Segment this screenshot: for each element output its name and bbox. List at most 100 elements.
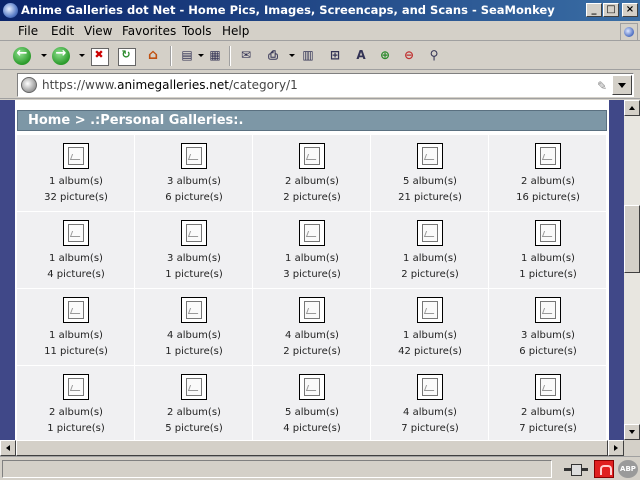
gallery-thumbnail-icon[interactable] <box>535 220 561 246</box>
gallery-thumbnail-icon[interactable] <box>181 297 207 323</box>
picture-count: 2 picture(s) <box>401 269 459 280</box>
gallery-thumbnail-icon[interactable] <box>63 220 89 246</box>
album-count: 4 album(s) <box>167 330 221 341</box>
print-icon[interactable]: ⎙ <box>262 45 284 67</box>
album-count: 1 album(s) <box>285 253 339 264</box>
forward-icon[interactable]: → <box>50 45 72 67</box>
scroll-right-button[interactable] <box>608 440 624 456</box>
album-count: 4 album(s) <box>403 407 457 418</box>
menu-help[interactable]: Help <box>222 24 249 38</box>
gallery-thumbnail-icon[interactable] <box>535 297 561 323</box>
vertical-scroll-thumb[interactable] <box>624 205 640 273</box>
url-dropdown-button[interactable] <box>612 75 632 95</box>
picture-count: 5 picture(s) <box>165 423 223 434</box>
gallery-cell: 1 album(s) 42 picture(s) <box>371 289 489 366</box>
picture-count: 1 picture(s) <box>47 423 105 434</box>
scroll-down-button[interactable] <box>624 424 640 440</box>
picture-count: 6 picture(s) <box>519 346 577 357</box>
toolbar-separator <box>229 46 231 66</box>
menu-bar: File Edit View Favorites Tools Help <box>0 21 640 41</box>
home-icon[interactable]: ⌂ <box>142 45 164 67</box>
gallery-thumbnail-icon[interactable] <box>417 297 443 323</box>
horizontal-scroll-thumb[interactable] <box>16 440 608 456</box>
stop-icon[interactable]: ✖ <box>88 45 110 67</box>
gallery-cell: 2 album(s) 5 picture(s) <box>135 366 253 440</box>
menu-file[interactable]: File <box>18 24 38 38</box>
address-toolbar: https://www.animegalleries.net/category/… <box>0 71 640 99</box>
gallery-cell: 1 album(s) 4 picture(s) <box>17 212 135 289</box>
zoom-in-icon[interactable]: ⊕ <box>374 45 396 67</box>
bookmark-star-icon[interactable]: ✎ <box>597 79 607 93</box>
url-text[interactable]: https://www.animegalleries.net/category/… <box>42 78 298 92</box>
url-input[interactable]: https://www.animegalleries.net/category/… <box>17 73 634 97</box>
maximize-button[interactable]: □ <box>603 3 619 17</box>
gallery-thumbnail-icon[interactable] <box>63 297 89 323</box>
picture-count: 1 picture(s) <box>519 269 577 280</box>
album-count: 1 album(s) <box>49 330 103 341</box>
forward-dropdown-icon[interactable] <box>79 54 85 57</box>
album-count: 3 album(s) <box>167 253 221 264</box>
horizontal-scrollbar[interactable] <box>0 440 624 456</box>
back-icon[interactable]: ← <box>11 45 33 67</box>
gallery-thumbnail-icon[interactable] <box>181 220 207 246</box>
bookmarks-icon[interactable]: ▤ <box>176 45 198 67</box>
gallery-thumbnail-icon[interactable] <box>299 297 325 323</box>
gallery-thumbnail-icon[interactable] <box>417 143 443 169</box>
gallery-thumbnail-icon[interactable] <box>535 143 561 169</box>
gallery-thumbnail-icon[interactable] <box>181 374 207 400</box>
album-count: 1 album(s) <box>403 330 457 341</box>
picture-count: 7 picture(s) <box>401 423 459 434</box>
gallery-thumbnail-icon[interactable] <box>299 374 325 400</box>
gallery-cell: 3 album(s) 1 picture(s) <box>135 212 253 289</box>
site-identity-icon[interactable] <box>21 77 37 93</box>
sitemap-icon[interactable]: ⊞ <box>324 45 346 67</box>
gallery-cell: 2 album(s) 16 picture(s) <box>489 135 607 212</box>
history-icon[interactable]: ▦ <box>204 45 226 67</box>
album-count: 2 album(s) <box>521 176 575 187</box>
album-count: 2 album(s) <box>49 407 103 418</box>
gallery-cell: 4 album(s) 1 picture(s) <box>135 289 253 366</box>
print-dropdown-icon[interactable] <box>289 54 295 57</box>
throbber-icon[interactable] <box>620 23 638 41</box>
gallery-thumbnail-icon[interactable] <box>63 143 89 169</box>
gallery-thumbnail-icon[interactable] <box>299 220 325 246</box>
mail-icon[interactable]: ✉ <box>235 45 257 67</box>
zoom-out-icon[interactable]: ⊖ <box>398 45 420 67</box>
minimize-button[interactable]: _ <box>586 3 602 17</box>
gallery-cell: 1 album(s) 11 picture(s) <box>17 289 135 366</box>
connection-icon[interactable] <box>562 460 590 478</box>
reload-icon[interactable]: ↻ <box>115 45 137 67</box>
gallery-cell: 4 album(s) 7 picture(s) <box>371 366 489 440</box>
vertical-scrollbar[interactable] <box>624 100 640 440</box>
menu-edit[interactable]: Edit <box>51 24 74 38</box>
scrollbar-corner <box>624 440 640 456</box>
menu-view[interactable]: View <box>84 24 112 38</box>
scroll-up-button[interactable] <box>624 100 640 116</box>
menu-favorites[interactable]: Favorites <box>122 24 176 38</box>
gallery-cell: 2 album(s) 1 picture(s) <box>17 366 135 440</box>
gallery-cell: 1 album(s) 1 picture(s) <box>489 212 607 289</box>
search-icon[interactable]: ⚲ <box>423 45 445 67</box>
gallery-thumbnail-icon[interactable] <box>181 143 207 169</box>
gallery-cell: 3 album(s) 6 picture(s) <box>489 289 607 366</box>
album-count: 1 album(s) <box>49 176 103 187</box>
gallery-thumbnail-icon[interactable] <box>417 374 443 400</box>
picture-count: 1 picture(s) <box>165 269 223 280</box>
scroll-left-button[interactable] <box>0 440 16 456</box>
adblock-plus-icon[interactable]: ABP <box>618 460 638 478</box>
security-lock-icon[interactable] <box>594 460 614 478</box>
tabs-icon[interactable]: ▥ <box>297 45 319 67</box>
gallery-cell: 2 album(s) 7 picture(s) <box>489 366 607 440</box>
back-dropdown-icon[interactable] <box>41 54 47 57</box>
menu-tools[interactable]: Tools <box>182 24 212 38</box>
picture-count: 4 picture(s) <box>283 423 341 434</box>
gallery-thumbnail-icon[interactable] <box>417 220 443 246</box>
gallery-thumbnail-icon[interactable] <box>63 374 89 400</box>
picture-count: 4 picture(s) <box>47 269 105 280</box>
breadcrumb[interactable]: Home > .:Personal Galleries:. <box>17 110 607 131</box>
seamonkey-app-icon[interactable] <box>3 3 18 18</box>
close-button[interactable]: × <box>622 3 638 17</box>
text-size-icon[interactable]: A <box>350 45 372 67</box>
gallery-thumbnail-icon[interactable] <box>535 374 561 400</box>
gallery-thumbnail-icon[interactable] <box>299 143 325 169</box>
